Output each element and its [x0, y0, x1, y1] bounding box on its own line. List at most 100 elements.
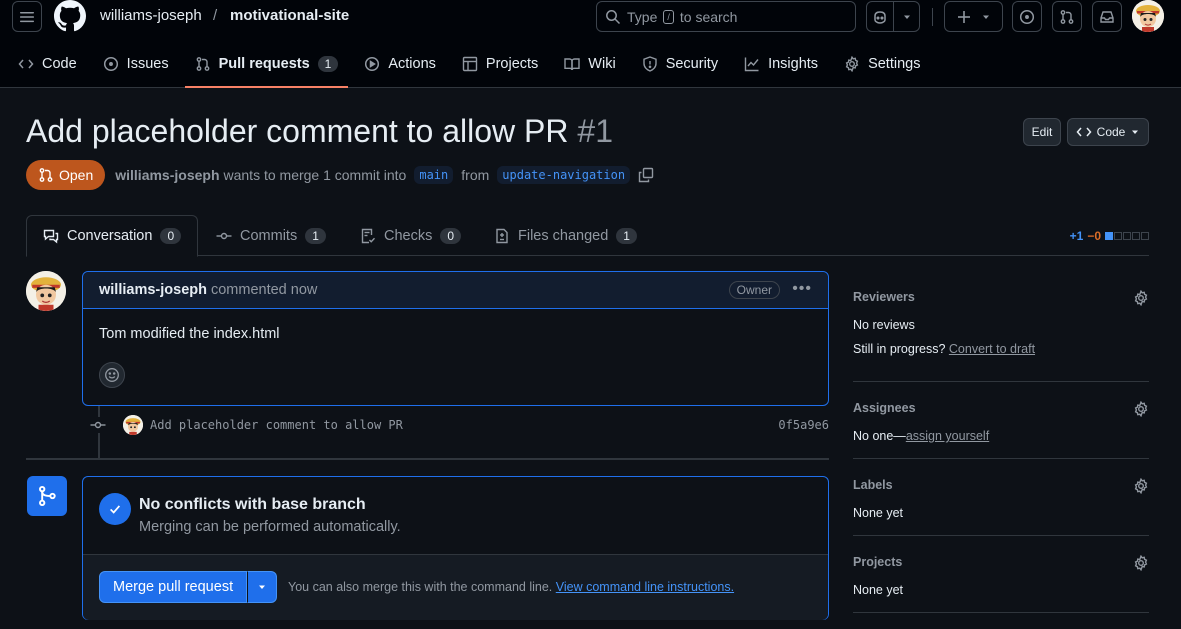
create-new-button[interactable]: [944, 1, 1003, 32]
diffstat-block: [1114, 232, 1122, 240]
menu-button[interactable]: [12, 1, 42, 32]
issues-header-button[interactable]: [1012, 1, 1042, 32]
comment-body: Tom modified the index.html: [99, 326, 280, 342]
gear-icon[interactable]: [1133, 478, 1149, 494]
assignees-heading[interactable]: Assignees: [853, 401, 1149, 415]
reviewers-heading[interactable]: Reviewers: [853, 290, 1149, 304]
tab-wiki-label: Wiki: [588, 56, 616, 72]
deletions-count: −0: [1087, 229, 1101, 243]
merge-button-group: Merge pull request: [99, 571, 278, 603]
tab-projects[interactable]: Projects: [452, 42, 548, 86]
search-input[interactable]: Type / to search: [596, 1, 856, 32]
timeline-separator: [26, 458, 829, 460]
pr-number: #1: [577, 113, 613, 149]
add-reaction-button[interactable]: [99, 362, 125, 388]
tab-conversation[interactable]: Conversation 0: [26, 215, 199, 257]
assign-yourself-link[interactable]: assign yourself: [906, 429, 989, 443]
breadcrumb-repo[interactable]: motivational-site: [230, 7, 349, 24]
assignees-none: No one—: [853, 429, 906, 443]
commit-item: Add placeholder comment to allow PR 0f5a…: [90, 414, 829, 436]
merge-method-dropdown[interactable]: [247, 571, 278, 603]
draft-text: Still in progress?: [853, 342, 946, 356]
tab-wiki[interactable]: Wiki: [554, 42, 625, 86]
diffstat-block: [1132, 232, 1140, 240]
tab-checks[interactable]: Checks 0: [360, 215, 462, 256]
commit-message[interactable]: Add placeholder comment to allow PR: [150, 418, 403, 432]
checklist-icon: [361, 228, 376, 243]
sidebar-divider: [853, 458, 1149, 459]
tab-issues[interactable]: Issues: [93, 42, 179, 86]
user-avatar[interactable]: [1132, 0, 1164, 32]
pull-request-icon: [196, 57, 209, 71]
edit-title-button[interactable]: Edit: [1023, 118, 1061, 146]
kebab-horizontal-icon[interactable]: •••: [792, 280, 812, 298]
commit-sha[interactable]: 0f5a9e6: [778, 418, 829, 432]
comment-header: williams-joseph commented now Owner •••: [83, 272, 828, 309]
conversation-count: 0: [160, 228, 182, 244]
diffstat: +1 −0: [1070, 229, 1149, 243]
tab-pull-requests[interactable]: Pull requests 1: [184, 42, 349, 88]
tab-commits-label: Commits: [240, 227, 298, 244]
files-changed-count: 1: [616, 227, 637, 244]
pr-author[interactable]: williams-joseph: [115, 167, 219, 183]
code-dropdown-button[interactable]: Code: [1067, 118, 1149, 146]
check-circle-icon: [99, 493, 131, 525]
reviewers-value: No reviews: [853, 318, 915, 332]
header-divider: [932, 8, 933, 26]
merge-status-title: No conflicts with base branch: [139, 496, 366, 513]
sidebar-assignees: Assignees No one—assign yourself: [853, 401, 1149, 443]
labels-heading[interactable]: Labels: [853, 478, 1149, 492]
tab-insights[interactable]: Insights: [734, 42, 828, 86]
tab-code[interactable]: Code: [8, 42, 87, 86]
pull-requests-header-button[interactable]: [1052, 1, 1082, 32]
inbox-icon: [1100, 10, 1114, 23]
comment-timestamp[interactable]: commented now: [211, 282, 317, 298]
pr-from-text: from: [461, 167, 490, 183]
base-branch[interactable]: main: [414, 166, 454, 184]
tab-files-changed-label: Files changed: [518, 227, 609, 244]
play-icon: [365, 56, 380, 72]
tab-pull-requests-label: Pull requests: [218, 56, 310, 72]
copilot-button[interactable]: [866, 1, 894, 32]
status-badge: Open: [26, 160, 106, 190]
tab-files-changed[interactable]: Files changed 1: [494, 215, 637, 256]
pr-state-row: Open williams-joseph wants to merge 1 co…: [26, 160, 654, 190]
convert-to-draft-link[interactable]: Convert to draft: [949, 342, 1035, 356]
tab-actions-label: Actions: [388, 56, 436, 72]
projects-heading[interactable]: Projects: [853, 555, 1149, 569]
commit-author-avatar[interactable]: [123, 415, 143, 435]
tab-settings[interactable]: Settings: [834, 42, 930, 86]
gear-icon[interactable]: [1133, 555, 1149, 571]
smiley-icon: [105, 368, 119, 382]
pr-title: Add placeholder comment to allow PR #1: [26, 113, 613, 150]
tab-projects-label: Projects: [485, 56, 539, 72]
plus-icon: [957, 10, 970, 23]
copilot-icon: [874, 10, 886, 24]
head-branch[interactable]: update-navigation: [497, 166, 631, 184]
command-line-instructions-link[interactable]: View command line instructions.: [556, 580, 734, 594]
comment-author-avatar[interactable]: [26, 271, 66, 311]
tab-actions[interactable]: Actions: [354, 42, 446, 86]
copy-icon[interactable]: [638, 167, 654, 183]
merge-box: No conflicts with base branch Merging ca…: [82, 476, 829, 620]
gear-icon[interactable]: [1133, 401, 1149, 417]
tab-commits[interactable]: Commits 1: [216, 215, 326, 256]
triangle-down-icon: [259, 585, 266, 589]
status-badge-label: Open: [59, 167, 94, 183]
diffstat-block: [1141, 232, 1149, 240]
tab-conversation-label: Conversation: [67, 228, 153, 244]
merge-pull-request-button[interactable]: Merge pull request: [99, 571, 248, 603]
copilot-dropdown-button[interactable]: [893, 1, 920, 32]
search-shortcut-key: /: [663, 9, 674, 24]
triangle-down-icon: [1132, 130, 1139, 134]
gear-icon[interactable]: [1133, 290, 1149, 306]
github-logo-icon[interactable]: [54, 0, 86, 32]
comment-author[interactable]: williams-joseph: [99, 282, 207, 298]
breadcrumb-owner[interactable]: williams-joseph: [100, 7, 202, 24]
inbox-button[interactable]: [1092, 1, 1122, 32]
tab-security[interactable]: Security: [632, 42, 728, 86]
triangle-down-icon: [903, 15, 910, 19]
labels-value: None yet: [853, 506, 904, 520]
assignees-value: No one—assign yourself: [853, 429, 1149, 443]
tab-issues-label: Issues: [126, 56, 169, 72]
